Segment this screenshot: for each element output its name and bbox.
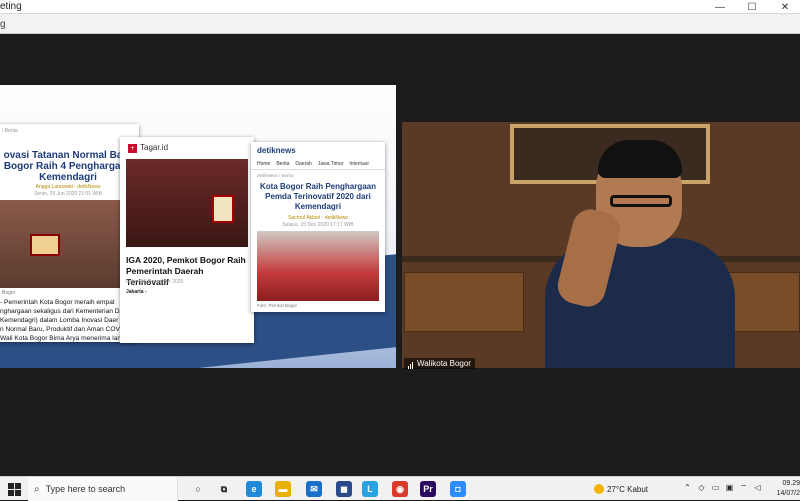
news-photo: [126, 159, 248, 247]
news-photo-caption: Foto: Pemkot Bogor: [257, 303, 298, 308]
detiknews-logo: detiknews: [257, 146, 296, 155]
edge-icon[interactable]: e: [246, 481, 262, 497]
news-photo-caption: Bogor: [2, 290, 16, 296]
close-button[interactable]: ✕: [770, 0, 800, 14]
minimize-button[interactable]: —: [705, 0, 735, 14]
meeting-toolbar: g: [0, 14, 800, 34]
mail-icon[interactable]: ✉: [306, 481, 322, 497]
zoom-icon[interactable]: ◘: [450, 481, 466, 497]
cortana-icon[interactable]: ○: [190, 481, 206, 497]
search-placeholder: Type here to search: [45, 484, 126, 494]
participant-name-tag: Walikota Bogor: [404, 358, 475, 369]
news-card-date: Senin, 29 Jun 2020 21:01 WIB: [34, 191, 102, 197]
volume-icon[interactable]: ◁: [752, 483, 763, 494]
file-explorer-icon[interactable]: ▬: [275, 481, 291, 497]
window-title: eting: [0, 1, 22, 12]
news-card-headline: Kota Bogor Raih Penghargaan Pemda Terino…: [259, 182, 376, 211]
news-card-date: Rabu, 16 Desember 2020: [126, 279, 184, 285]
news-card-date: Selasa, 15 Des 2020 17:17 WIB: [282, 222, 354, 228]
tagar-logo: + Tagar.id: [128, 143, 168, 153]
store-icon[interactable]: ◼: [336, 481, 352, 497]
meeting-subtitle: g: [0, 19, 6, 30]
window-titlebar: eting — ☐ ✕: [0, 0, 800, 14]
dropbox-icon[interactable]: ◇: [696, 483, 707, 494]
news-card-detik-1: / Berita ovasi Tatanan Normal Baru Bogor…: [0, 124, 139, 342]
news-photo: [0, 200, 136, 288]
tagar-cross-icon: +: [128, 144, 137, 153]
windows-logo-icon: [7, 482, 21, 496]
search-icon: ⌕: [34, 483, 40, 495]
chevron-up-icon[interactable]: ⌃: [682, 483, 693, 494]
news-card-byline: Angga Laraswati - detikNews: [35, 184, 101, 190]
speaker-glasses: [610, 195, 672, 207]
award-plaque: [30, 234, 60, 256]
battery-icon[interactable]: ▭: [710, 483, 721, 494]
maximize-button[interactable]: ☐: [737, 0, 767, 14]
clock[interactable]: 09.29 14/07/2: [772, 479, 800, 499]
breadcrumb: detikNews / Berita: [257, 173, 294, 178]
news-card-tagar: + Tagar.id IGA 2020, Pemkot Bogor Raih Pe…: [120, 137, 254, 343]
news-card-byline: Sachrul Akbari - detikNews: [288, 215, 348, 221]
task-view-icon[interactable]: ⧉: [216, 481, 232, 497]
premiere-icon[interactable]: Pr: [420, 481, 436, 497]
start-button[interactable]: [0, 477, 28, 501]
news-photo: [257, 231, 379, 301]
sun-icon: [594, 484, 604, 494]
app-l-icon[interactable]: L: [362, 481, 378, 497]
news-card-body: - Pemerintah Kota Bogor meraih empat ngh…: [0, 299, 135, 342]
speaker-hair: [598, 140, 682, 178]
chrome-icon[interactable]: ◉: [392, 481, 408, 497]
news-card-body-prefix: Jakarta -: [126, 289, 147, 295]
taskbar-search[interactable]: ⌕ Type here to search: [28, 477, 178, 501]
detik-nav: Home Berita Daerah Jawa Timur Internasi: [251, 158, 385, 170]
award-plaque: [212, 195, 234, 223]
news-card-headline: ovasi Tatanan Normal Baru Bogor Raih 4 P…: [3, 150, 133, 183]
weather-widget[interactable]: 27°C Kabut: [594, 484, 648, 494]
taskbar: ⌕ Type here to search 27°C Kabut ⌃ ◇ ▭ ▣…: [0, 476, 800, 501]
display-icon[interactable]: ▣: [724, 483, 735, 494]
news-card-detik-2: detiknews Home Berita Daerah Jawa Timur Inte…: [251, 142, 385, 312]
network-icon[interactable]: ⌔: [738, 483, 749, 494]
signal-bars-icon: [408, 358, 414, 369]
